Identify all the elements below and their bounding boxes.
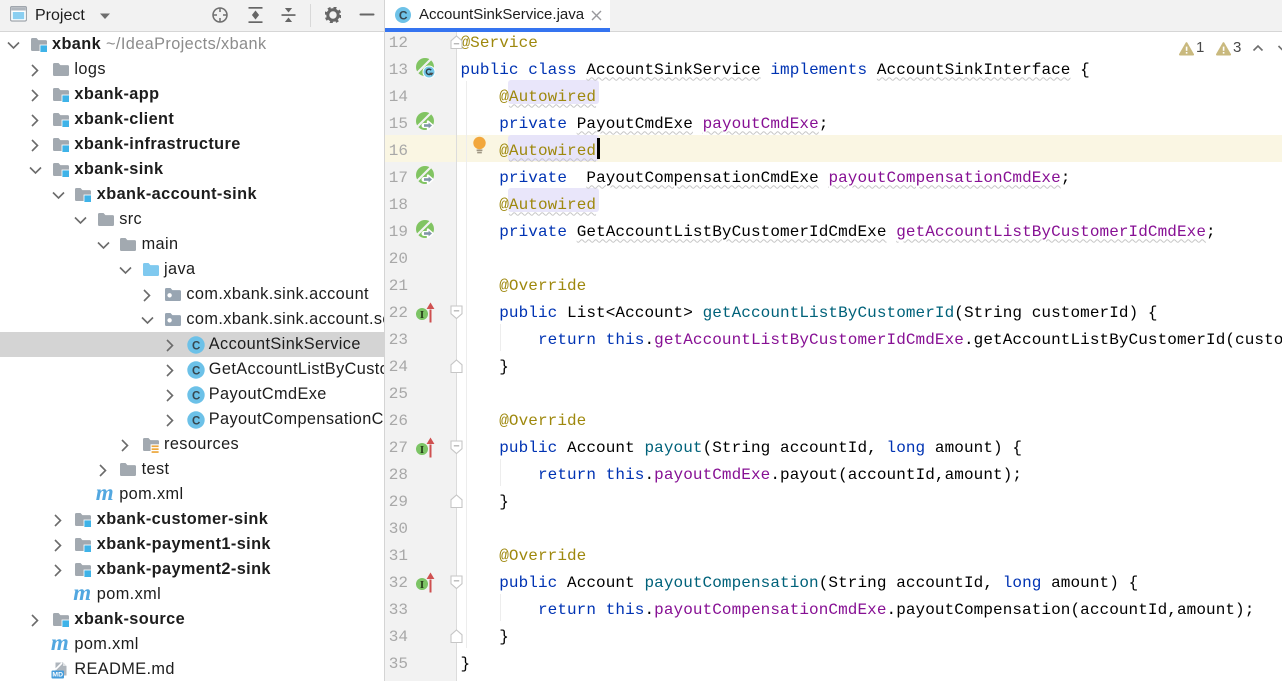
svg-text:I: I xyxy=(420,579,424,591)
svg-text:I: I xyxy=(420,309,424,321)
svg-text:I: I xyxy=(420,444,424,456)
svg-text:C: C xyxy=(192,415,200,427)
svg-text:C: C xyxy=(192,365,200,377)
svg-text:MD: MD xyxy=(52,671,63,678)
svg-text:C: C xyxy=(192,340,200,352)
svg-text:C: C xyxy=(192,390,200,402)
svg-text:C: C xyxy=(399,8,408,22)
